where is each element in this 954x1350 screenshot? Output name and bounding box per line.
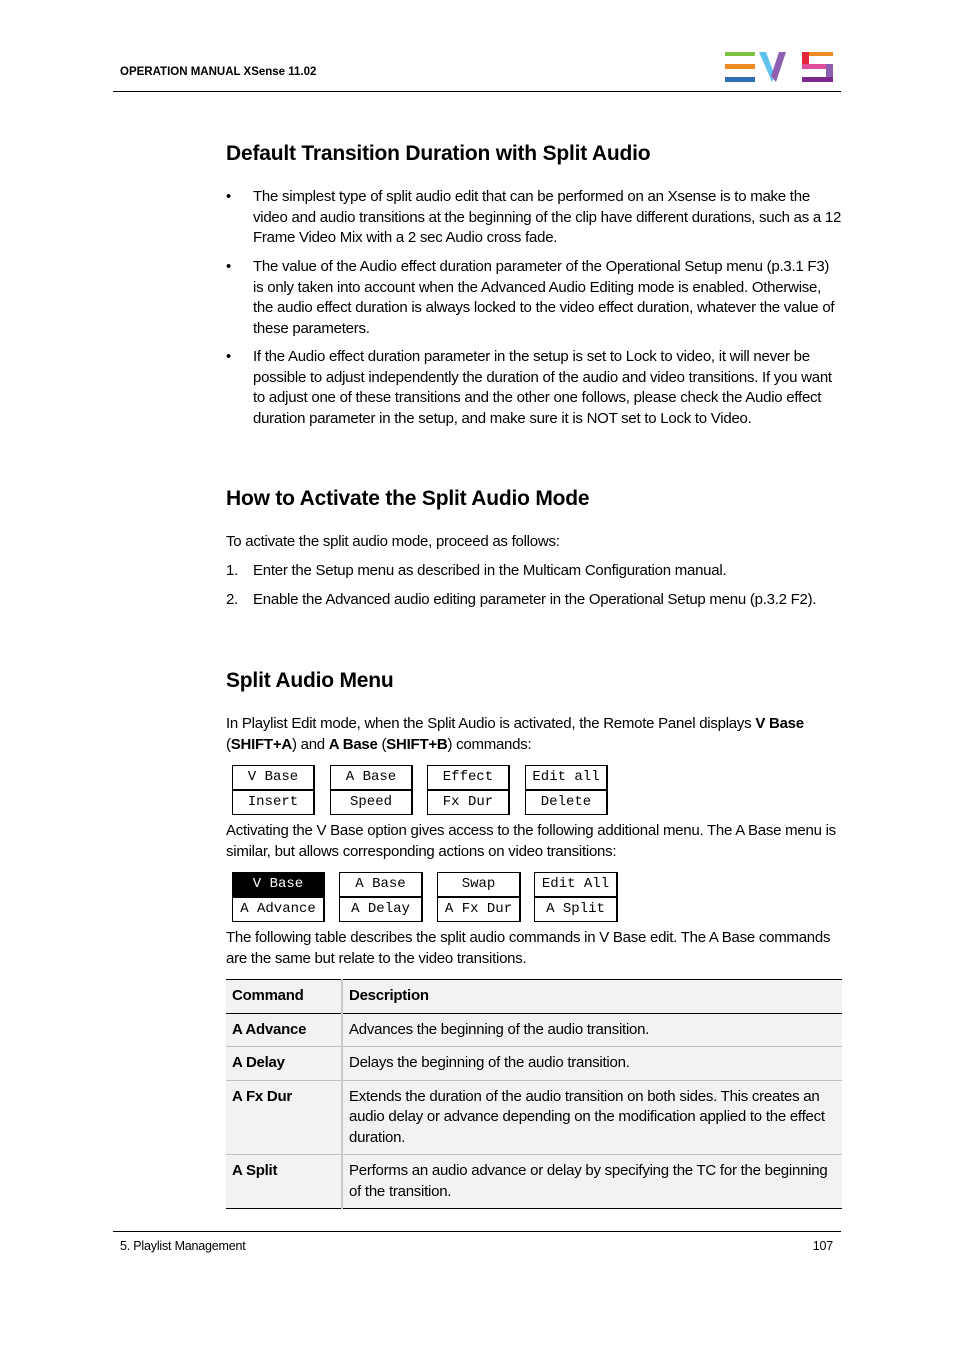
step-item: 2. Enable the Advanced audio editing par… <box>226 590 842 611</box>
menu-key-v-base-insert: V Base Insert <box>232 765 315 815</box>
bullet-item: • The simplest type of split audio edit … <box>226 187 842 249</box>
bullet-mark: • <box>226 188 232 205</box>
step-text: Enable the Advanced audio editing parame… <box>253 591 817 608</box>
menu-key-top: Edit all <box>532 769 600 785</box>
table-row: A Delay Delays the beginning of the audi… <box>226 1046 842 1080</box>
menu-key-a-base-a-delay: A Base A Delay <box>339 872 423 922</box>
heading-activate-split-audio: How to Activate the Split Audio Mode <box>226 487 590 510</box>
intro-text: ) and <box>291 735 329 753</box>
menu-key-top: Swap <box>461 876 496 892</box>
bullet-item: • The value of the Audio effect duration… <box>226 257 842 339</box>
command-cell: A Fx Dur <box>226 1080 343 1155</box>
description-cell: Performs an audio advance or delay by sp… <box>349 1162 828 1200</box>
menu-key-top: V Base <box>247 769 299 785</box>
bullet-item: • If the Audio effect duration parameter… <box>226 347 842 429</box>
command-cell: A Delay <box>226 1046 343 1080</box>
intro-text: ) commands: <box>447 735 532 753</box>
commands-table: Command Description A Advance Advances t… <box>226 979 842 1209</box>
command-cell: A Split <box>226 1154 343 1209</box>
step-number: 2. <box>226 591 239 608</box>
page-number: 107 <box>812 1239 833 1253</box>
intro-text: ( <box>377 735 387 753</box>
intro-text: In Playlist Edit mode, when the Split Au… <box>226 715 756 732</box>
page-header: OPERATION MANUAL XSense 11.02 <box>113 0 841 92</box>
table-row: A Split Performs an audio advance or del… <box>226 1154 842 1209</box>
v-base-description: Activating the V Base option gives acces… <box>226 822 836 860</box>
intro-bold: SHIFT+B <box>386 735 448 753</box>
menu-key-swap-a-fx-dur: Swap A Fx Dur <box>437 872 521 922</box>
menu-key-bottom: Delete <box>526 789 606 814</box>
step-number: 1. <box>226 562 239 579</box>
page-footer: 5. Playlist Management 107 <box>113 1231 841 1253</box>
menu-key-v-base-a-advance: V Base A Advance <box>232 872 325 922</box>
menu-key-top-highlighted: V Base <box>233 873 323 896</box>
menu-key-editall-delete: Edit all Delete <box>525 765 608 815</box>
menu-key-bottom: Insert <box>233 789 313 814</box>
menu-key-top: Effect <box>442 769 494 785</box>
menu-key-bottom: A Advance <box>233 896 323 921</box>
step-text: Enter the Setup menu as described in the… <box>253 562 727 579</box>
table-row: A Fx Dur Extends the duration of the aud… <box>226 1080 842 1155</box>
menu-key-top: A Base <box>355 876 406 892</box>
menu-key-editall-a-split: Edit All A Split <box>534 872 618 922</box>
intro-bold: SHIFT+A <box>230 735 292 753</box>
split-menu-intro: In Playlist Edit mode, when the Split Au… <box>226 714 842 755</box>
menu-key-a-base-speed: A Base Speed <box>330 765 413 815</box>
manual-title: OPERATION MANUAL XSense 11.02 <box>120 66 317 78</box>
activate-intro: To activate the split audio mode, procee… <box>226 533 560 550</box>
bullet-text: If the Audio effect duration parameter i… <box>253 348 832 427</box>
intro-bold: A Base <box>328 735 378 753</box>
intro-bold: V Base <box>755 715 804 732</box>
menu-key-bottom: A Delay <box>340 896 421 921</box>
column-header-description: Description <box>349 987 429 1004</box>
heading-default-transition: Default Transition Duration with Split A… <box>226 142 651 165</box>
menu-key-top: A Base <box>345 769 397 785</box>
menu-key-effect-fxdur: Effect Fx Dur <box>427 765 510 815</box>
menu-key-bottom: Speed <box>331 789 411 814</box>
menu-key-top: Edit All <box>541 876 610 892</box>
table-intro: The following table describes the split … <box>226 929 831 967</box>
chapter-label: 5. Playlist Management <box>120 1239 246 1253</box>
step-item: 1. Enter the Setup menu as described in … <box>226 561 842 582</box>
description-cell: Advances the beginning of the audio tran… <box>349 1020 650 1038</box>
description-cell: Extends the duration of the audio transi… <box>349 1087 825 1146</box>
menu-key-bottom: Fx Dur <box>428 789 508 814</box>
table-row: A Advance Advances the beginning of the … <box>226 1013 842 1047</box>
bullet-text: The simplest type of split audio edit th… <box>253 188 842 246</box>
menu-key-bottom: A Fx Dur <box>438 896 519 921</box>
bullet-mark: • <box>226 258 232 275</box>
menu-key-bottom: A Split <box>535 896 616 921</box>
bullet-text: The value of the Audio effect duration p… <box>253 258 835 337</box>
column-header-command: Command <box>226 979 343 1013</box>
heading-split-audio-menu: Split Audio Menu <box>226 669 394 692</box>
bullet-mark: • <box>226 348 232 365</box>
description-cell: Delays the beginning of the audio transi… <box>349 1054 630 1071</box>
table-header-row: Command Description <box>226 979 842 1013</box>
command-cell: A Advance <box>226 1013 343 1047</box>
evs-logo-icon <box>725 52 833 82</box>
